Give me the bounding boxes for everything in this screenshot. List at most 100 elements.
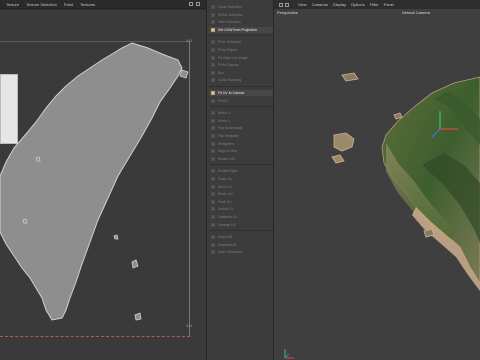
palette-item[interactable]: Cubic Mapping: [209, 77, 273, 83]
palette-item[interactable]: Fit to Object: [209, 47, 273, 53]
viewport-icon[interactable]: [279, 2, 283, 7]
palette-item-label: Hide Selection: [218, 20, 241, 25]
command-icon: [211, 12, 215, 17]
palette-item-label: Flip Vertically: [218, 134, 239, 138]
palette-item-label: Pack UV: [218, 199, 232, 204]
palette-item[interactable]: Set UVW from Projection: [209, 26, 273, 33]
vp-menu-display[interactable]: Display: [333, 2, 346, 7]
palette-item-label: Relax UV: [218, 192, 233, 197]
palette-item[interactable]: Flip Vertically: [209, 133, 273, 139]
island-mesh: [331, 154, 345, 164]
palette-item-label: Fit UV to Canvas: [218, 91, 245, 95]
lock-icon[interactable]: [189, 2, 193, 6]
palette-item[interactable]: Fit to Canvas: [209, 62, 273, 68]
palette-item-label: Grow Selection: [218, 5, 242, 9]
command-icon: [211, 63, 215, 68]
palette-item[interactable]: Fit UV to Canvas: [209, 90, 273, 96]
command-icon: [211, 91, 215, 95]
palette-item-label: Unfold UV: [218, 207, 234, 212]
palette-separator: [209, 164, 273, 166]
palette-item[interactable]: Hide Selection: [209, 19, 273, 25]
command-icon: [211, 78, 215, 83]
palette-item[interactable]: Unfold UV: [209, 206, 273, 212]
palette-separator: [209, 35, 273, 37]
command-icon: [211, 70, 215, 75]
palette-item[interactable]: Flip Horizontally: [209, 125, 273, 131]
uv-menu-textures[interactable]: Textures: [80, 2, 95, 7]
palette-item[interactable]: Rotate Left: [209, 156, 273, 162]
viewport-icon[interactable]: [285, 2, 289, 7]
palette-item[interactable]: Mirror V: [209, 118, 273, 124]
viewport-menubar: View Cameras Display Options Filter Pane…: [274, 0, 480, 9]
palette-item[interactable]: Pack UV: [209, 199, 273, 205]
vp-menu-cameras[interactable]: Cameras: [312, 2, 328, 7]
uv-menu-texture[interactable]: Texture: [6, 2, 19, 7]
command-icon: [211, 199, 215, 204]
palette-item[interactable]: Shrink Selection: [209, 12, 273, 18]
command-icon: [211, 169, 215, 174]
palette-item-label: Fit UV: [218, 98, 228, 103]
palette-item-label: Invert Selection: [218, 250, 243, 255]
palette-item-label: Deselect All: [218, 242, 237, 247]
vp-menu-view[interactable]: View: [298, 2, 307, 7]
uv-menu-texture-selection[interactable]: Texture Selection: [26, 2, 57, 7]
palette-item-label: Optimize UV: [218, 215, 238, 219]
palette-item[interactable]: Select All: [209, 234, 273, 240]
viewport-canvas[interactable]: [274, 15, 480, 360]
palette-item-label: Rotate Right: [218, 169, 238, 174]
perspective-viewport: View Cameras Display Options Filter Pane…: [274, 0, 480, 360]
palette-item-label: Unwrap UV: [218, 222, 236, 227]
uv-menu-paint[interactable]: Paint: [64, 2, 73, 7]
palette-item-label: Set UVW from Projection: [218, 27, 257, 32]
palette-item-label: Fit Object to Image: [218, 55, 248, 60]
command-icon: [211, 98, 215, 103]
command-icon: [211, 156, 215, 161]
uv-island: [0, 42, 183, 321]
palette-item[interactable]: Unwrap UV: [209, 222, 273, 228]
palette-item[interactable]: Move UV: [209, 184, 273, 190]
uv-canvas[interactable]: 1.0 1.0: [0, 10, 206, 360]
vp-menu-filter[interactable]: Filter: [370, 2, 379, 7]
palette-separator: [209, 106, 273, 108]
command-icon: [211, 184, 215, 189]
maximize-icon[interactable]: [196, 2, 200, 6]
command-icon: [211, 235, 215, 240]
palette-item-label: Fit to Canvas: [218, 63, 239, 68]
palette-item-label: Scale UV: [218, 177, 233, 181]
command-icon: [211, 134, 215, 138]
command-icon: [211, 126, 215, 131]
palette-item[interactable]: Optimize UV: [209, 214, 273, 220]
palette-item[interactable]: Fit UV: [209, 98, 273, 104]
palette-item[interactable]: Grow Selection: [209, 4, 273, 10]
uv-editor-panel: Texture Texture Selection Paint Textures…: [0, 0, 206, 360]
vp-menu-options[interactable]: Options: [351, 2, 365, 7]
command-palette: Grow Selection Shrink Selection Hide Selec…: [206, 0, 274, 360]
command-icon: [211, 222, 215, 227]
palette-item[interactable]: Fit to Selection: [209, 39, 273, 45]
vp-menu-panel[interactable]: Panel: [384, 2, 394, 7]
palette-item-label: Rotate Left: [218, 156, 236, 161]
palette-item[interactable]: Align to Grid: [209, 148, 273, 154]
palette-item[interactable]: Mirror U: [209, 110, 273, 116]
palette-item[interactable]: Deselect All: [209, 242, 273, 248]
palette-item-label: Box: [218, 70, 225, 75]
palette-item[interactable]: Invert Selection: [209, 249, 273, 255]
palette-item[interactable]: Scale UV: [209, 176, 273, 182]
uv-islet: [134, 312, 142, 321]
uv-islet: [35, 156, 41, 162]
palette-item[interactable]: Box: [209, 70, 273, 76]
command-icon: [211, 20, 215, 25]
palette-item-label: Align to Grid: [218, 149, 238, 154]
palette-item[interactable]: Straighten: [209, 141, 273, 147]
command-icon: [211, 55, 215, 60]
island-mesh: [341, 72, 359, 82]
command-icon: [211, 5, 215, 9]
palette-item[interactable]: Rotate Right: [209, 168, 273, 174]
command-icon: [211, 118, 215, 123]
command-icon: [211, 207, 215, 212]
uv-toolbar-icons: [189, 2, 200, 6]
palette-item[interactable]: Fit Object to Image: [209, 55, 273, 61]
island-mesh: [333, 132, 355, 152]
uv-menubar: Texture Texture Selection Paint Textures: [0, 0, 206, 9]
palette-item[interactable]: Relax UV: [209, 191, 273, 197]
